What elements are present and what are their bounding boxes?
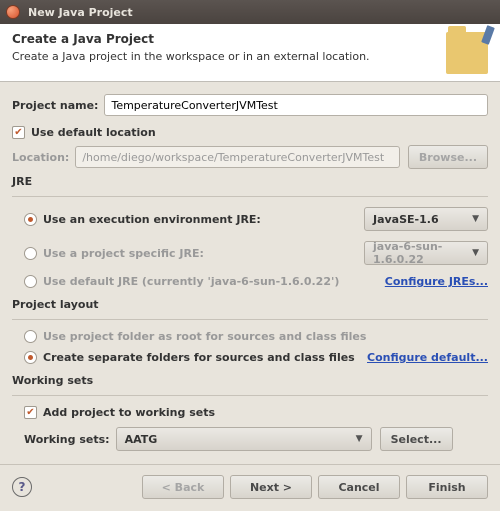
divider — [12, 395, 488, 396]
back-button: < Back — [142, 475, 224, 499]
banner: Create a Java Project Create a Java proj… — [0, 24, 500, 82]
workingsets-combo[interactable]: AATG ▼ — [116, 427, 372, 451]
workingsets-select-row: Working sets: AATG ▼ Select... — [24, 427, 488, 451]
titlebar: New Java Project — [0, 0, 500, 24]
jre-default-radio[interactable] — [24, 275, 37, 288]
jre-project-specific-row[interactable]: Use a project specific JRE: java-6-sun-1… — [24, 241, 488, 265]
jre-exec-env-label: Use an execution environment JRE: — [43, 213, 364, 226]
banner-text: Create a Java Project Create a Java proj… — [12, 32, 446, 75]
workingsets-group: Add project to working sets Working sets… — [12, 406, 488, 451]
layout-separate-radio[interactable] — [24, 351, 37, 364]
use-default-location-label: Use default location — [31, 126, 156, 139]
location-label: Location: — [12, 151, 69, 164]
layout-root-label: Use project folder as root for sources a… — [43, 330, 366, 343]
location-row: Location: Browse... — [12, 145, 488, 169]
layout-separate-row[interactable]: Create separate folders for sources and … — [24, 351, 488, 364]
wizard-icon — [446, 32, 488, 74]
chevron-down-icon: ▼ — [472, 214, 479, 224]
use-default-location-row[interactable]: Use default location — [12, 126, 488, 139]
jre-exec-env-radio[interactable] — [24, 213, 37, 226]
layout-group: Use project folder as root for sources a… — [12, 330, 488, 364]
jre-project-specific-radio[interactable] — [24, 247, 37, 260]
jre-exec-env-value: JavaSE-1.6 — [373, 213, 439, 226]
project-name-row: Project name: — [12, 94, 488, 116]
footer: ? < Back Next > Cancel Finish — [0, 464, 500, 511]
jre-exec-env-row[interactable]: Use an execution environment JRE: JavaSE… — [24, 207, 488, 231]
select-workingsets-button[interactable]: Select... — [380, 427, 453, 451]
browse-button: Browse... — [408, 145, 488, 169]
layout-group-title: Project layout — [12, 298, 488, 311]
jre-group-title: JRE — [12, 175, 488, 188]
layout-root-row[interactable]: Use project folder as root for sources a… — [24, 330, 488, 343]
jre-default-label: Use default JRE (currently 'java-6-sun-1… — [43, 275, 385, 288]
project-name-label: Project name: — [12, 99, 98, 112]
chevron-down-icon: ▼ — [472, 248, 479, 258]
close-icon[interactable] — [6, 5, 20, 19]
help-icon[interactable]: ? — [12, 477, 32, 497]
add-workingsets-checkbox[interactable] — [24, 406, 37, 419]
chevron-down-icon: ▼ — [356, 434, 363, 444]
divider — [12, 196, 488, 197]
workingsets-add-row[interactable]: Add project to working sets — [24, 406, 488, 419]
banner-heading: Create a Java Project — [12, 32, 446, 46]
jre-default-row[interactable]: Use default JRE (currently 'java-6-sun-1… — [24, 275, 488, 288]
window-title: New Java Project — [28, 6, 133, 19]
workingsets-label: Working sets: — [24, 433, 110, 446]
jre-group: Use an execution environment JRE: JavaSE… — [12, 207, 488, 288]
add-workingsets-label: Add project to working sets — [43, 406, 215, 419]
jre-project-specific-combo: java-6-sun-1.6.0.22 ▼ — [364, 241, 488, 265]
configure-default-link[interactable]: Configure default... — [367, 351, 488, 364]
jre-project-specific-label: Use a project specific JRE: — [43, 247, 364, 260]
banner-sub: Create a Java project in the workspace o… — [12, 50, 446, 63]
workingsets-value: AATG — [125, 433, 158, 446]
project-name-input[interactable] — [104, 94, 488, 116]
divider — [12, 319, 488, 320]
jre-project-specific-value: java-6-sun-1.6.0.22 — [373, 240, 472, 266]
layout-root-radio[interactable] — [24, 330, 37, 343]
layout-separate-label: Create separate folders for sources and … — [43, 351, 367, 364]
configure-jres-link[interactable]: Configure JREs... — [385, 275, 488, 288]
jre-exec-env-combo[interactable]: JavaSE-1.6 ▼ — [364, 207, 488, 231]
finish-button[interactable]: Finish — [406, 475, 488, 499]
cancel-button[interactable]: Cancel — [318, 475, 400, 499]
workingsets-group-title: Working sets — [12, 374, 488, 387]
location-input — [75, 146, 400, 168]
next-button[interactable]: Next > — [230, 475, 312, 499]
use-default-location-checkbox[interactable] — [12, 126, 25, 139]
content: Project name: Use default location Locat… — [0, 82, 500, 467]
